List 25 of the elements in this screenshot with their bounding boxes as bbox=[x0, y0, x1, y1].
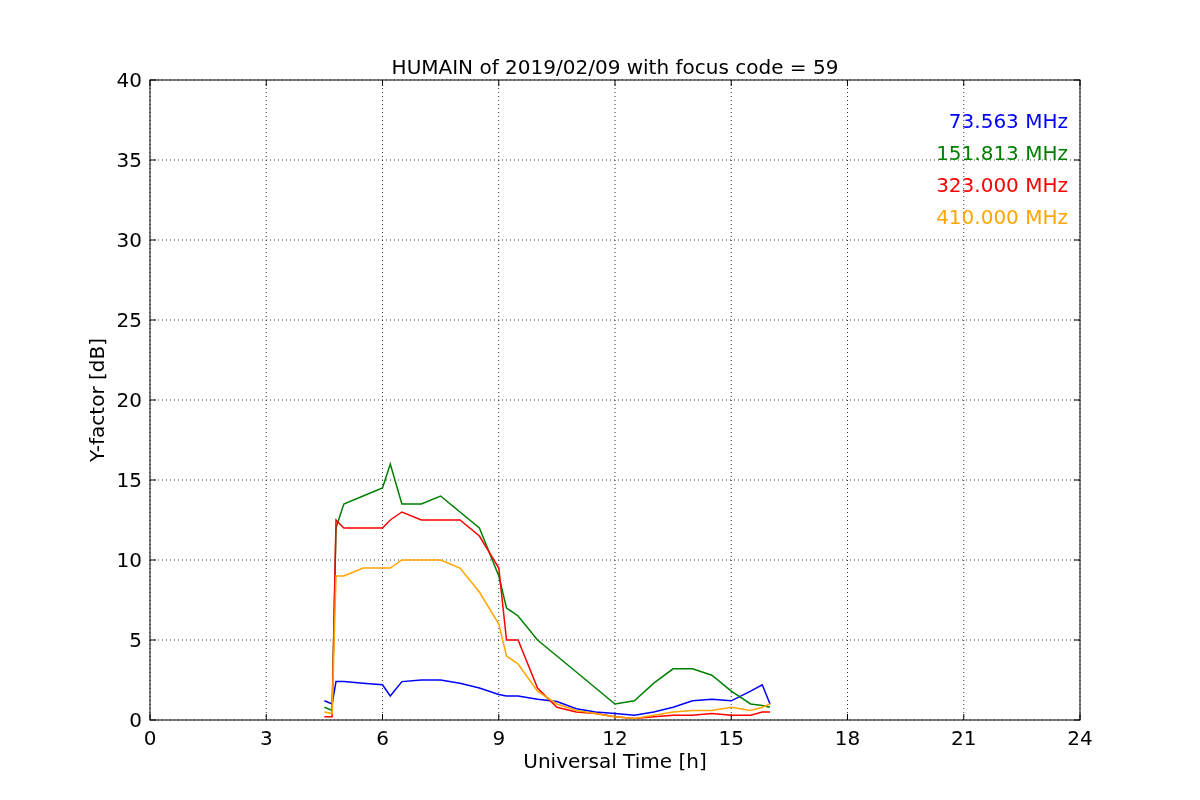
chart-title: HUMAIN of 2019/02/09 with focus code = 59 bbox=[391, 55, 839, 79]
tick-label: 20 bbox=[116, 388, 142, 412]
y-axis-title: Y-factor [dB] bbox=[85, 338, 109, 462]
tick-label: 18 bbox=[834, 726, 861, 750]
legend-label: 151.813 MHz bbox=[936, 141, 1068, 165]
tick-label: 6 bbox=[376, 726, 389, 750]
tick-label: 35 bbox=[116, 148, 142, 172]
tick-label: 40 bbox=[116, 68, 142, 92]
x-axis-title: Universal Time [h] bbox=[523, 749, 707, 773]
tick-label: 5 bbox=[129, 628, 142, 652]
legend-label: 73.563 MHz bbox=[948, 109, 1068, 133]
tick-label: 30 bbox=[116, 228, 142, 252]
tick-label: 24 bbox=[1067, 726, 1093, 750]
tick-label: 15 bbox=[718, 726, 744, 750]
legend-label: 410.000 MHz bbox=[936, 205, 1068, 229]
tick-label: 21 bbox=[951, 726, 977, 750]
tick-label: 12 bbox=[602, 726, 628, 750]
tick-label: 15 bbox=[116, 468, 142, 492]
tick-label: 3 bbox=[259, 726, 273, 750]
legend-label: 323.000 MHz bbox=[936, 173, 1068, 197]
tick-label: 10 bbox=[116, 548, 142, 572]
tick-label: 9 bbox=[492, 726, 506, 750]
tick-label: 0 bbox=[129, 708, 142, 732]
tick-label: 0 bbox=[143, 726, 157, 750]
tick-label: 25 bbox=[116, 308, 142, 332]
